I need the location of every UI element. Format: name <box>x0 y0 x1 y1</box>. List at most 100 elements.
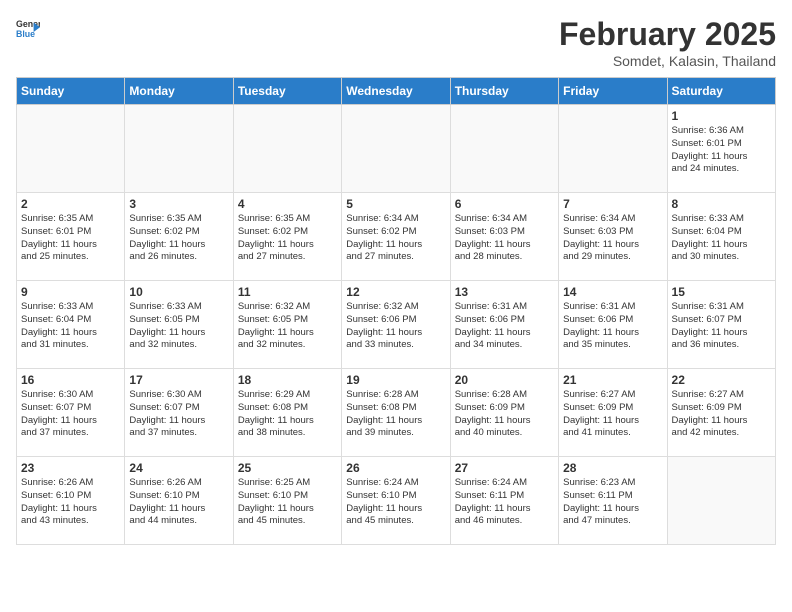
day-info: Sunrise: 6:34 AM Sunset: 6:03 PM Dayligh… <box>563 213 662 264</box>
day-info: Sunrise: 6:30 AM Sunset: 6:07 PM Dayligh… <box>129 389 228 440</box>
day-number: 1 <box>672 109 771 123</box>
day-info: Sunrise: 6:33 AM Sunset: 6:04 PM Dayligh… <box>21 301 120 352</box>
day-number: 13 <box>455 285 554 299</box>
calendar-cell <box>450 105 558 193</box>
day-number: 12 <box>346 285 445 299</box>
day-number: 8 <box>672 197 771 211</box>
day-info: Sunrise: 6:24 AM Sunset: 6:10 PM Dayligh… <box>346 477 445 528</box>
day-info: Sunrise: 6:28 AM Sunset: 6:09 PM Dayligh… <box>455 389 554 440</box>
calendar-cell: 23 Sunrise: 6:26 AM Sunset: 6:10 PM Dayli… <box>17 457 125 545</box>
day-info: Sunrise: 6:36 AM Sunset: 6:01 PM Dayligh… <box>672 125 771 176</box>
calendar-cell <box>559 105 667 193</box>
day-info: Sunrise: 6:35 AM Sunset: 6:01 PM Dayligh… <box>21 213 120 264</box>
weekday-header: Monday <box>125 78 233 105</box>
day-number: 27 <box>455 461 554 475</box>
calendar-cell: 8 Sunrise: 6:33 AM Sunset: 6:04 PM Daylig… <box>667 193 775 281</box>
weekday-header: Wednesday <box>342 78 450 105</box>
day-number: 5 <box>346 197 445 211</box>
calendar-cell: 4 Sunrise: 6:35 AM Sunset: 6:02 PM Daylig… <box>233 193 341 281</box>
day-number: 23 <box>21 461 120 475</box>
day-number: 3 <box>129 197 228 211</box>
day-info: Sunrise: 6:25 AM Sunset: 6:10 PM Dayligh… <box>238 477 337 528</box>
calendar-cell: 19 Sunrise: 6:28 AM Sunset: 6:08 PM Dayli… <box>342 369 450 457</box>
calendar-cell: 22 Sunrise: 6:27 AM Sunset: 6:09 PM Dayli… <box>667 369 775 457</box>
calendar-cell: 25Sunrise: 6:25 AM Sunset: 6:10 PM Dayli… <box>233 457 341 545</box>
day-info: Sunrise: 6:26 AM Sunset: 6:10 PM Dayligh… <box>129 477 228 528</box>
title-block: February 2025 Somdet, Kalasin, Thailand <box>559 16 776 69</box>
day-info: Sunrise: 6:33 AM Sunset: 6:04 PM Dayligh… <box>672 213 771 264</box>
calendar-cell: 20 Sunrise: 6:28 AM Sunset: 6:09 PM Dayli… <box>450 369 558 457</box>
day-info: Sunrise: 6:32 AM Sunset: 6:06 PM Dayligh… <box>346 301 445 352</box>
day-number: 9 <box>21 285 120 299</box>
day-number: 18 <box>238 373 337 387</box>
day-info: Sunrise: 6:30 AM Sunset: 6:07 PM Dayligh… <box>21 389 120 440</box>
calendar-cell: 7 Sunrise: 6:34 AM Sunset: 6:03 PM Daylig… <box>559 193 667 281</box>
day-number: 7 <box>563 197 662 211</box>
calendar-cell <box>233 105 341 193</box>
calendar-cell: 16 Sunrise: 6:30 AM Sunset: 6:07 PM Dayli… <box>17 369 125 457</box>
day-info: Sunrise: 6:32 AM Sunset: 6:05 PM Dayligh… <box>238 301 337 352</box>
calendar-subtitle: Somdet, Kalasin, Thailand <box>559 53 776 69</box>
calendar-cell: 18 Sunrise: 6:29 AM Sunset: 6:08 PM Dayli… <box>233 369 341 457</box>
calendar-cell <box>342 105 450 193</box>
day-number: 4 <box>238 197 337 211</box>
calendar-title: February 2025 <box>559 16 776 53</box>
calendar-cell: 14 Sunrise: 6:31 AM Sunset: 6:06 PM Dayli… <box>559 281 667 369</box>
calendar-cell: 9 Sunrise: 6:33 AM Sunset: 6:04 PM Daylig… <box>17 281 125 369</box>
calendar-cell: 24Sunrise: 6:26 AM Sunset: 6:10 PM Dayli… <box>125 457 233 545</box>
weekday-header: Thursday <box>450 78 558 105</box>
calendar-week-row: 1 Sunrise: 6:36 AM Sunset: 6:01 PM Daylig… <box>17 105 776 193</box>
calendar-week-row: 2 Sunrise: 6:35 AM Sunset: 6:01 PM Daylig… <box>17 193 776 281</box>
day-number: 19 <box>346 373 445 387</box>
day-number: 14 <box>563 285 662 299</box>
calendar-week-row: 16 Sunrise: 6:30 AM Sunset: 6:07 PM Dayli… <box>17 369 776 457</box>
calendar-cell <box>17 105 125 193</box>
day-number: 15 <box>672 285 771 299</box>
day-number: 21 <box>563 373 662 387</box>
calendar-cell <box>125 105 233 193</box>
day-info: Sunrise: 6:29 AM Sunset: 6:08 PM Dayligh… <box>238 389 337 440</box>
day-info: Sunrise: 6:24 AM Sunset: 6:11 PM Dayligh… <box>455 477 554 528</box>
calendar-cell: 11 Sunrise: 6:32 AM Sunset: 6:05 PM Dayli… <box>233 281 341 369</box>
day-number: 2 <box>21 197 120 211</box>
day-number: 11 <box>238 285 337 299</box>
weekday-header: Tuesday <box>233 78 341 105</box>
day-info: Sunrise: 6:23 AM Sunset: 6:11 PM Dayligh… <box>563 477 662 528</box>
day-info: Sunrise: 6:28 AM Sunset: 6:08 PM Dayligh… <box>346 389 445 440</box>
day-number: 26 <box>346 461 445 475</box>
logo-icon: General Blue <box>16 16 40 40</box>
calendar-cell: 2 Sunrise: 6:35 AM Sunset: 6:01 PM Daylig… <box>17 193 125 281</box>
day-number: 20 <box>455 373 554 387</box>
weekday-header: Saturday <box>667 78 775 105</box>
calendar-cell: 28 Sunrise: 6:23 AM Sunset: 6:11 PM Dayli… <box>559 457 667 545</box>
day-info: Sunrise: 6:34 AM Sunset: 6:02 PM Dayligh… <box>346 213 445 264</box>
day-info: Sunrise: 6:34 AM Sunset: 6:03 PM Dayligh… <box>455 213 554 264</box>
calendar-cell: 27 Sunrise: 6:24 AM Sunset: 6:11 PM Dayli… <box>450 457 558 545</box>
weekday-header-row: SundayMondayTuesdayWednesdayThursdayFrid… <box>17 78 776 105</box>
day-info: Sunrise: 6:31 AM Sunset: 6:06 PM Dayligh… <box>455 301 554 352</box>
day-info: Sunrise: 6:35 AM Sunset: 6:02 PM Dayligh… <box>238 213 337 264</box>
page-header: General Blue February 2025 Somdet, Kalas… <box>16 16 776 69</box>
day-info: Sunrise: 6:35 AM Sunset: 6:02 PM Dayligh… <box>129 213 228 264</box>
day-number: 22 <box>672 373 771 387</box>
day-info: Sunrise: 6:27 AM Sunset: 6:09 PM Dayligh… <box>672 389 771 440</box>
day-number: 28 <box>563 461 662 475</box>
day-info: Sunrise: 6:26 AM Sunset: 6:10 PM Dayligh… <box>21 477 120 528</box>
day-number: 16 <box>21 373 120 387</box>
day-info: Sunrise: 6:31 AM Sunset: 6:06 PM Dayligh… <box>563 301 662 352</box>
calendar-table: SundayMondayTuesdayWednesdayThursdayFrid… <box>16 77 776 545</box>
day-number: 10 <box>129 285 228 299</box>
day-info: Sunrise: 6:33 AM Sunset: 6:05 PM Dayligh… <box>129 301 228 352</box>
day-number: 6 <box>455 197 554 211</box>
day-info: Sunrise: 6:31 AM Sunset: 6:07 PM Dayligh… <box>672 301 771 352</box>
calendar-cell: 6 Sunrise: 6:34 AM Sunset: 6:03 PM Daylig… <box>450 193 558 281</box>
weekday-header: Sunday <box>17 78 125 105</box>
calendar-cell: 17Sunrise: 6:30 AM Sunset: 6:07 PM Dayli… <box>125 369 233 457</box>
calendar-cell: 3 Sunrise: 6:35 AM Sunset: 6:02 PM Daylig… <box>125 193 233 281</box>
day-info: Sunrise: 6:27 AM Sunset: 6:09 PM Dayligh… <box>563 389 662 440</box>
calendar-cell: 10 Sunrise: 6:33 AM Sunset: 6:05 PM Dayli… <box>125 281 233 369</box>
calendar-week-row: 23 Sunrise: 6:26 AM Sunset: 6:10 PM Dayli… <box>17 457 776 545</box>
calendar-cell: 21 Sunrise: 6:27 AM Sunset: 6:09 PM Dayli… <box>559 369 667 457</box>
calendar-cell <box>667 457 775 545</box>
calendar-cell: 26 Sunrise: 6:24 AM Sunset: 6:10 PM Dayli… <box>342 457 450 545</box>
